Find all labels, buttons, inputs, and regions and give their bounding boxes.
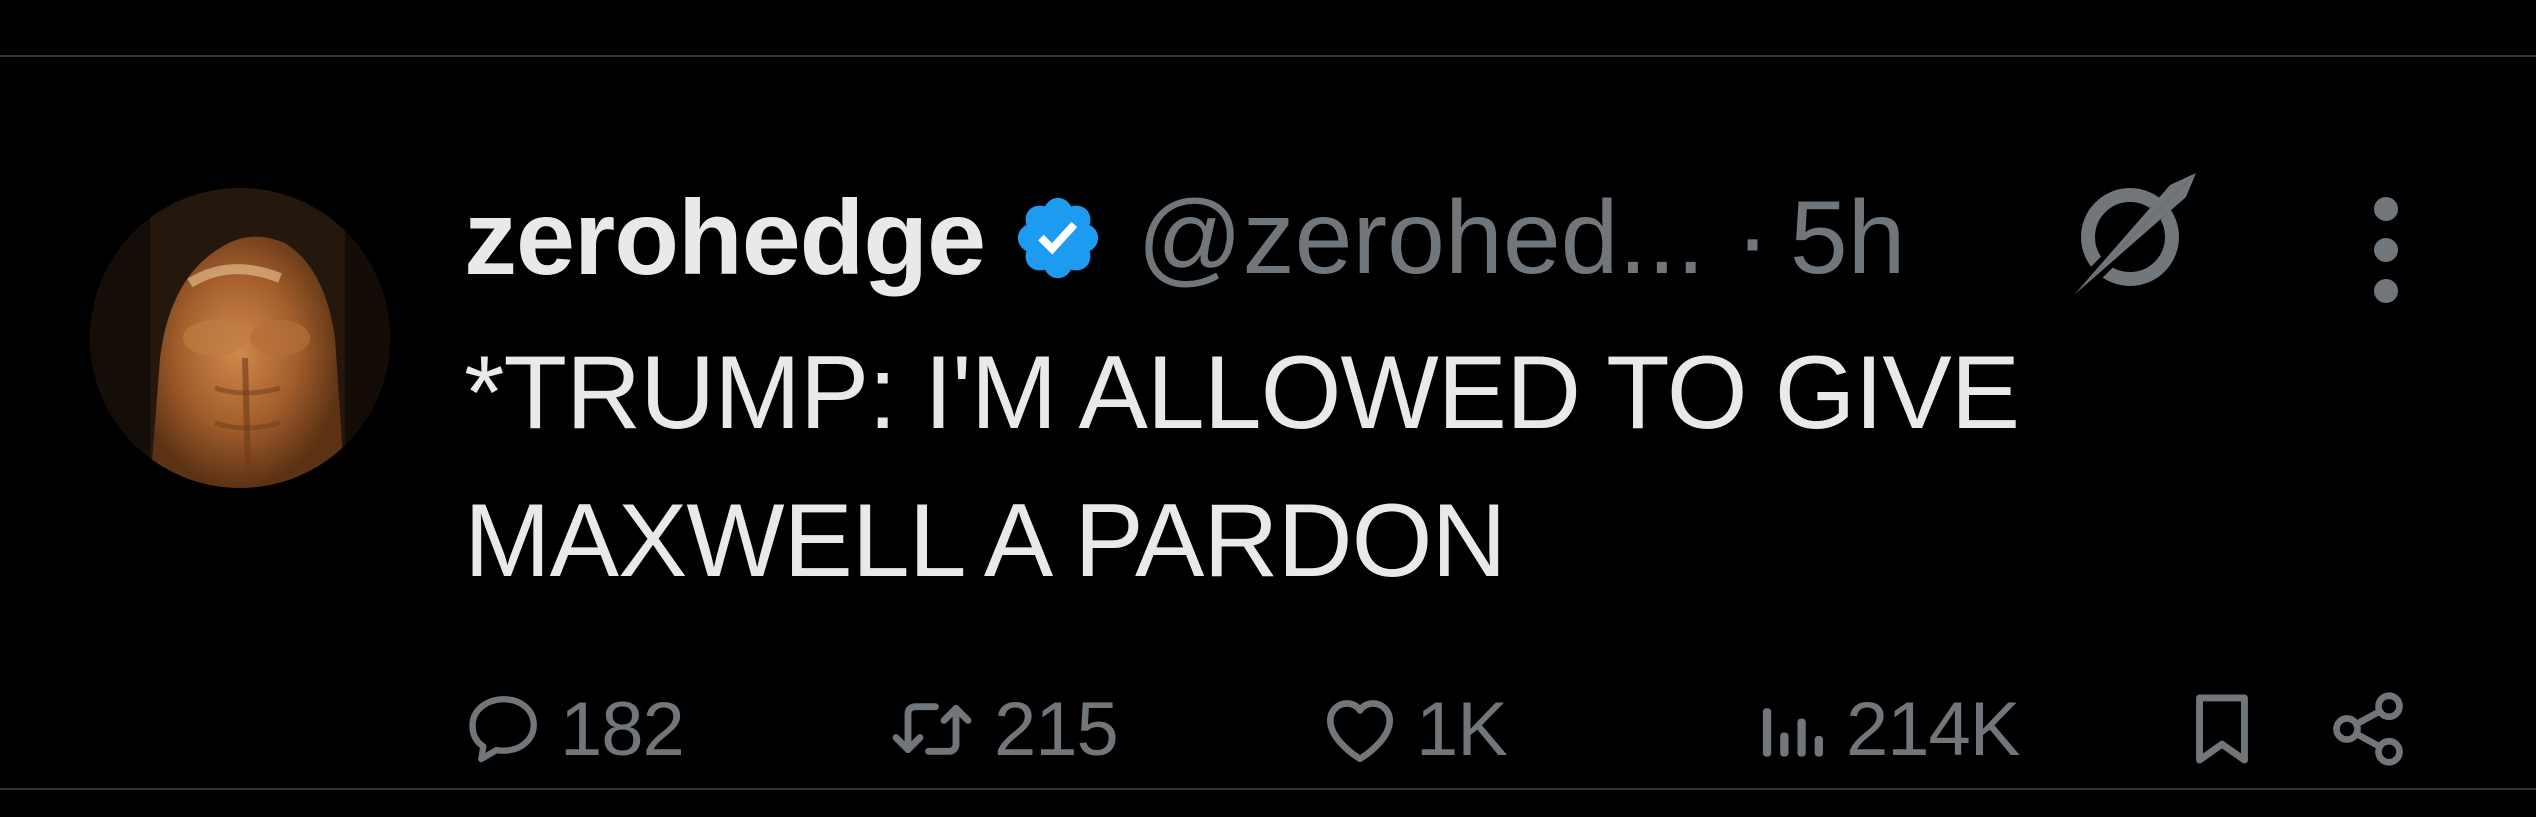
bookmark-button[interactable]: [2184, 669, 2274, 789]
bottom-divider: [0, 788, 2536, 790]
avatar[interactable]: [90, 188, 390, 488]
tweet-card[interactable]: zerohedge @zerohed... · 5h *TRUMP: I'M A…: [0, 57, 2536, 788]
tweet-text-line: MAXWELL A PARDON: [464, 483, 1507, 599]
verified-badge-icon[interactable]: [1011, 191, 1105, 285]
separator-dot: ·: [1735, 179, 1770, 296]
share-button[interactable]: [2326, 669, 2424, 789]
more-vertical-icon[interactable]: [2362, 195, 2410, 305]
reply-count: 182: [560, 686, 685, 772]
like-count: 1K: [1416, 686, 1508, 772]
repost-count: 215: [994, 686, 1119, 772]
action-bar: 182 215 1K 214K: [0, 669, 2536, 789]
reply-icon: [469, 696, 537, 763]
reply-button[interactable]: 182: [462, 669, 685, 789]
bookmark-icon: [2196, 694, 2248, 764]
grok-icon[interactable]: [2068, 167, 2202, 301]
tweet-timestamp[interactable]: 5h: [1790, 179, 1906, 298]
heart-icon: [1326, 700, 1394, 763]
repost-button[interactable]: 215: [884, 669, 1119, 789]
repost-icon: [892, 703, 972, 755]
tweet-text: *TRUMP: I'M ALLOWED TO GIVE MAXWELL A PA…: [464, 319, 2164, 615]
author-display-name[interactable]: zerohedge: [464, 178, 986, 299]
views-icon: [1762, 708, 1824, 757]
author-handle[interactable]: @zerohed...: [1137, 179, 1705, 298]
tweet-text-line: *TRUMP: I'M ALLOWED TO GIVE: [464, 335, 2020, 451]
like-button[interactable]: 1K: [1318, 669, 1508, 789]
share-icon: [2333, 692, 2403, 766]
tweet-header: zerohedge @zerohed... · 5h: [464, 179, 1906, 297]
views-count: 214K: [1846, 686, 2020, 772]
views-button[interactable]: 214K: [1756, 669, 2020, 789]
